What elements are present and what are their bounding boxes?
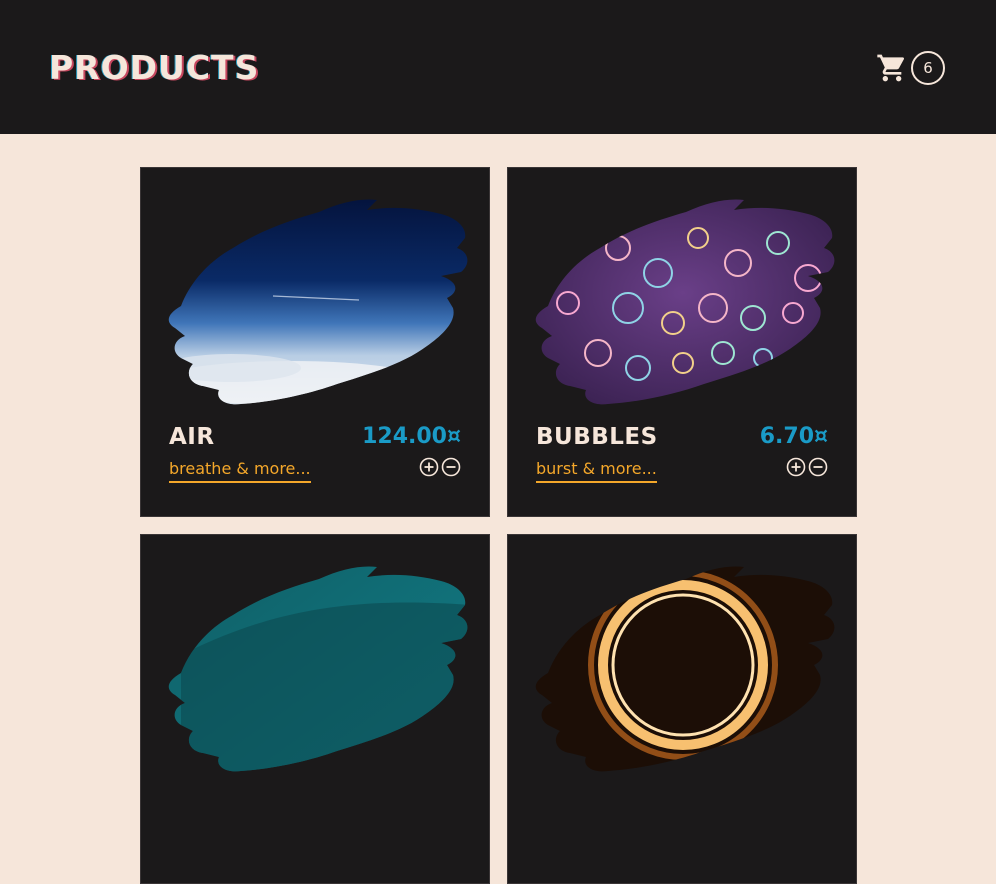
quantity-controls [786, 457, 828, 477]
product-name: AIR [169, 424, 215, 450]
minus-circle-icon[interactable] [808, 457, 828, 477]
product-image-teal [168, 566, 468, 772]
product-image-air [168, 199, 468, 405]
plus-circle-icon[interactable] [419, 457, 439, 477]
product-card-air: AIR 124.00¤ breathe & more... [140, 167, 490, 517]
cart[interactable]: 6 [876, 49, 945, 87]
minus-circle-icon[interactable] [441, 457, 461, 477]
product-details-link[interactable]: burst & more... [536, 458, 657, 483]
quantity-controls [419, 457, 461, 477]
plus-circle-icon[interactable] [786, 457, 806, 477]
product-image-bubbles [535, 199, 835, 405]
cart-icon[interactable] [876, 52, 908, 84]
product-card [507, 534, 857, 884]
product-card [140, 534, 490, 884]
page-title: PRODUCTS [49, 48, 260, 87]
product-details-link[interactable]: breathe & more... [169, 458, 311, 483]
product-name: BUBBLES [536, 424, 658, 450]
product-price: 124.00¤ [362, 424, 461, 449]
product-card-bubbles: BUBBLES 6.70¤ burst & more... [507, 167, 857, 517]
product-price: 6.70¤ [759, 424, 828, 449]
site-header: PRODUCTS 6 [0, 0, 996, 134]
product-image-light-ring [535, 566, 835, 772]
cart-count-badge: 6 [911, 51, 945, 85]
